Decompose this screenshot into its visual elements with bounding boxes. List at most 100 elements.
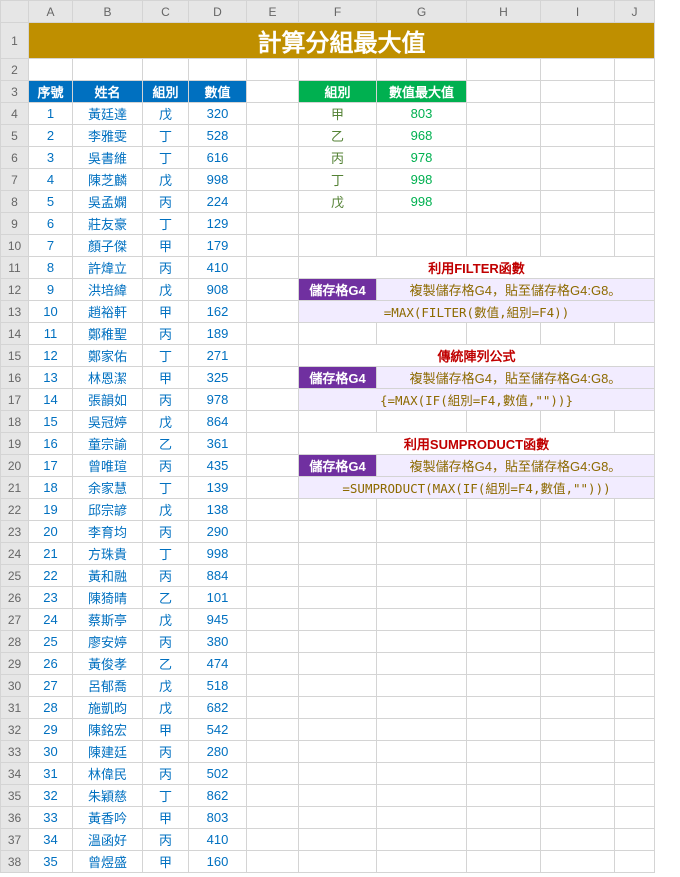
cell[interactable]: [615, 697, 655, 719]
cell[interactable]: 儲存格G4: [299, 367, 377, 389]
row-header[interactable]: 16: [1, 367, 29, 389]
cell[interactable]: [299, 829, 377, 851]
cell[interactable]: 908: [189, 279, 247, 301]
cell[interactable]: [615, 543, 655, 565]
cell[interactable]: [541, 499, 615, 521]
cell[interactable]: [247, 125, 299, 147]
cell[interactable]: [247, 345, 299, 367]
cell[interactable]: [467, 323, 541, 345]
cell[interactable]: 曾煜盛: [73, 851, 143, 873]
cell[interactable]: 435: [189, 455, 247, 477]
cell[interactable]: [541, 103, 615, 125]
cell[interactable]: 陳銘宏: [73, 719, 143, 741]
cell[interactable]: [247, 257, 299, 279]
cell[interactable]: 戊: [143, 675, 189, 697]
cell[interactable]: 10: [29, 301, 73, 323]
cell[interactable]: [467, 587, 541, 609]
cell[interactable]: 戊: [143, 411, 189, 433]
cell[interactable]: 17: [29, 455, 73, 477]
cell[interactable]: [143, 59, 189, 81]
cell[interactable]: 甲: [143, 719, 189, 741]
cell[interactable]: 數值: [189, 81, 247, 103]
cell[interactable]: [247, 565, 299, 587]
col-header[interactable]: C: [143, 1, 189, 23]
cell[interactable]: 甲: [299, 103, 377, 125]
cell[interactable]: [377, 565, 467, 587]
cell[interactable]: 甲: [143, 301, 189, 323]
cell[interactable]: 丙: [143, 323, 189, 345]
cell[interactable]: 乙: [143, 587, 189, 609]
row-header[interactable]: 14: [1, 323, 29, 345]
cell[interactable]: 320: [189, 103, 247, 125]
cell[interactable]: [541, 763, 615, 785]
cell[interactable]: 803: [189, 807, 247, 829]
cell[interactable]: [467, 741, 541, 763]
row-header[interactable]: 21: [1, 477, 29, 499]
cell[interactable]: [467, 59, 541, 81]
cell[interactable]: 31: [29, 763, 73, 785]
cell[interactable]: [615, 323, 655, 345]
cell[interactable]: [467, 785, 541, 807]
cell[interactable]: [467, 169, 541, 191]
cell[interactable]: [299, 499, 377, 521]
cell[interactable]: [73, 59, 143, 81]
cell[interactable]: 9: [29, 279, 73, 301]
cell[interactable]: 序號: [29, 81, 73, 103]
cell[interactable]: 甲: [143, 367, 189, 389]
cell[interactable]: 290: [189, 521, 247, 543]
cell[interactable]: [247, 631, 299, 653]
cell[interactable]: [299, 631, 377, 653]
cell[interactable]: [467, 125, 541, 147]
cell[interactable]: 11: [29, 323, 73, 345]
cell[interactable]: [467, 81, 541, 103]
cell[interactable]: 139: [189, 477, 247, 499]
cell[interactable]: 1: [29, 103, 73, 125]
cell[interactable]: 28: [29, 697, 73, 719]
cell[interactable]: 蔡斯亭: [73, 609, 143, 631]
cell[interactable]: [299, 587, 377, 609]
cell[interactable]: 380: [189, 631, 247, 653]
cell[interactable]: [247, 169, 299, 191]
cell[interactable]: 乙: [143, 433, 189, 455]
cell[interactable]: [541, 125, 615, 147]
row-header[interactable]: 12: [1, 279, 29, 301]
cell[interactable]: 林恩潔: [73, 367, 143, 389]
cell[interactable]: [247, 587, 299, 609]
cell[interactable]: [467, 213, 541, 235]
cell[interactable]: 978: [377, 147, 467, 169]
cell[interactable]: 224: [189, 191, 247, 213]
cell[interactable]: 吳書維: [73, 147, 143, 169]
cell[interactable]: [615, 235, 655, 257]
row-header[interactable]: 29: [1, 653, 29, 675]
cell[interactable]: [247, 697, 299, 719]
cell[interactable]: 271: [189, 345, 247, 367]
cell[interactable]: [615, 741, 655, 763]
row-header[interactable]: 7: [1, 169, 29, 191]
cell[interactable]: 洪培緯: [73, 279, 143, 301]
cell[interactable]: [247, 103, 299, 125]
cell[interactable]: [541, 741, 615, 763]
cell[interactable]: [299, 785, 377, 807]
cell[interactable]: [247, 433, 299, 455]
cell[interactable]: [299, 697, 377, 719]
cell[interactable]: 鄭家佑: [73, 345, 143, 367]
col-header[interactable]: E: [247, 1, 299, 23]
cell[interactable]: [247, 609, 299, 631]
cell[interactable]: 518: [189, 675, 247, 697]
cell[interactable]: 儲存格G4: [299, 455, 377, 477]
cell[interactable]: [377, 521, 467, 543]
cell[interactable]: [541, 609, 615, 631]
cell[interactable]: 7: [29, 235, 73, 257]
cell[interactable]: [247, 499, 299, 521]
cell[interactable]: 23: [29, 587, 73, 609]
cell[interactable]: 18: [29, 477, 73, 499]
cell[interactable]: 廖安婷: [73, 631, 143, 653]
row-header[interactable]: 25: [1, 565, 29, 587]
cell[interactable]: [467, 807, 541, 829]
row-header[interactable]: 23: [1, 521, 29, 543]
cell[interactable]: 趙裕軒: [73, 301, 143, 323]
cell[interactable]: 丁: [143, 785, 189, 807]
cell[interactable]: [299, 653, 377, 675]
row-header[interactable]: 24: [1, 543, 29, 565]
cell[interactable]: [247, 279, 299, 301]
